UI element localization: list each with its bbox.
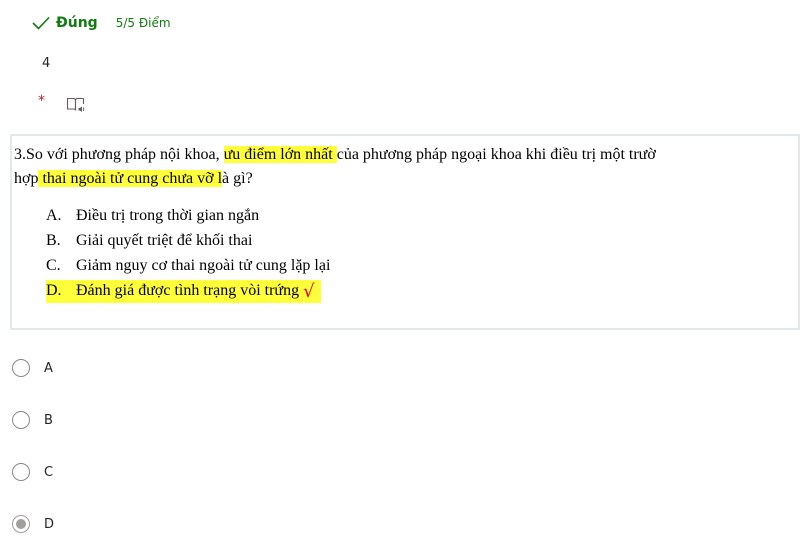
question-text-part: à gì? — [222, 170, 253, 187]
image-option-c: C. Giảm nguy cơ thai ngoài tử cung lặp lạ… — [46, 255, 330, 277]
option-text: Giải quyết triệt để khối thai — [76, 232, 253, 249]
image-option-a: A. Điều trị trong thời gian ngắn — [46, 205, 259, 227]
choice-d[interactable]: D — [12, 513, 54, 535]
option-letter: A. — [46, 207, 62, 224]
immersive-reader-icon[interactable] — [66, 96, 86, 114]
question-text-part: của phương pháp ngoại khoa khi điều trị … — [336, 146, 656, 163]
choice-b[interactable]: B — [12, 409, 53, 431]
choice-a[interactable]: A — [12, 357, 53, 379]
image-option-d: D. Đánh giá được tình trạng vòi trứng √ — [46, 280, 321, 303]
radio-button[interactable] — [12, 463, 30, 481]
question-text-highlight: ưu điểm lớn nhất — [223, 146, 337, 163]
choice-label: C — [44, 464, 54, 480]
question-text-line-2: hợp thai ngoài tử cung chưa vỡ là gì? — [14, 168, 253, 190]
result-score: 5/5 Điểm — [115, 16, 171, 30]
form-question-page: Đúng 5/5 Điểm 4 * 3.So với phương pháp n… — [0, 0, 808, 552]
question-text-line-1: 3.So với phương pháp nội khoa, ưu điểm l… — [14, 144, 656, 166]
result-status: Đúng — [56, 15, 98, 31]
option-letter: D. — [46, 282, 62, 299]
question-image: 3.So với phương pháp nội khoa, ưu điểm l… — [10, 134, 800, 330]
question-number: 4 — [42, 56, 51, 71]
option-text: Điều trị trong thời gian ngắn — [76, 207, 260, 224]
choice-c[interactable]: C — [12, 461, 53, 483]
required-asterisk: * — [38, 93, 45, 109]
option-letter: B. — [46, 232, 61, 249]
choice-label: B — [44, 412, 53, 428]
option-text: Giảm nguy cơ thai ngoài tử cung lặp lại — [76, 257, 331, 274]
option-text: Đánh giá được tình trạng vòi trứng — [76, 282, 300, 299]
checkmark-icon — [32, 16, 50, 30]
choice-label: D — [44, 516, 55, 532]
question-text-part: hợp — [14, 170, 39, 187]
answer-tick-mark: √ — [303, 281, 315, 302]
radio-button[interactable] — [12, 359, 30, 377]
question-text-highlight: thai ngoài tử cung chưa vỡ l — [38, 170, 223, 187]
result-header: Đúng 5/5 Điểm — [32, 12, 171, 34]
question-text-part: 3.So với phương pháp nội khoa, — [14, 146, 224, 163]
choice-label: A — [44, 360, 53, 376]
radio-button-selected[interactable] — [12, 515, 30, 533]
radio-button[interactable] — [12, 411, 30, 429]
image-option-b: B. Giải quyết triệt để khối thai — [46, 230, 252, 252]
option-letter: C. — [46, 257, 61, 274]
